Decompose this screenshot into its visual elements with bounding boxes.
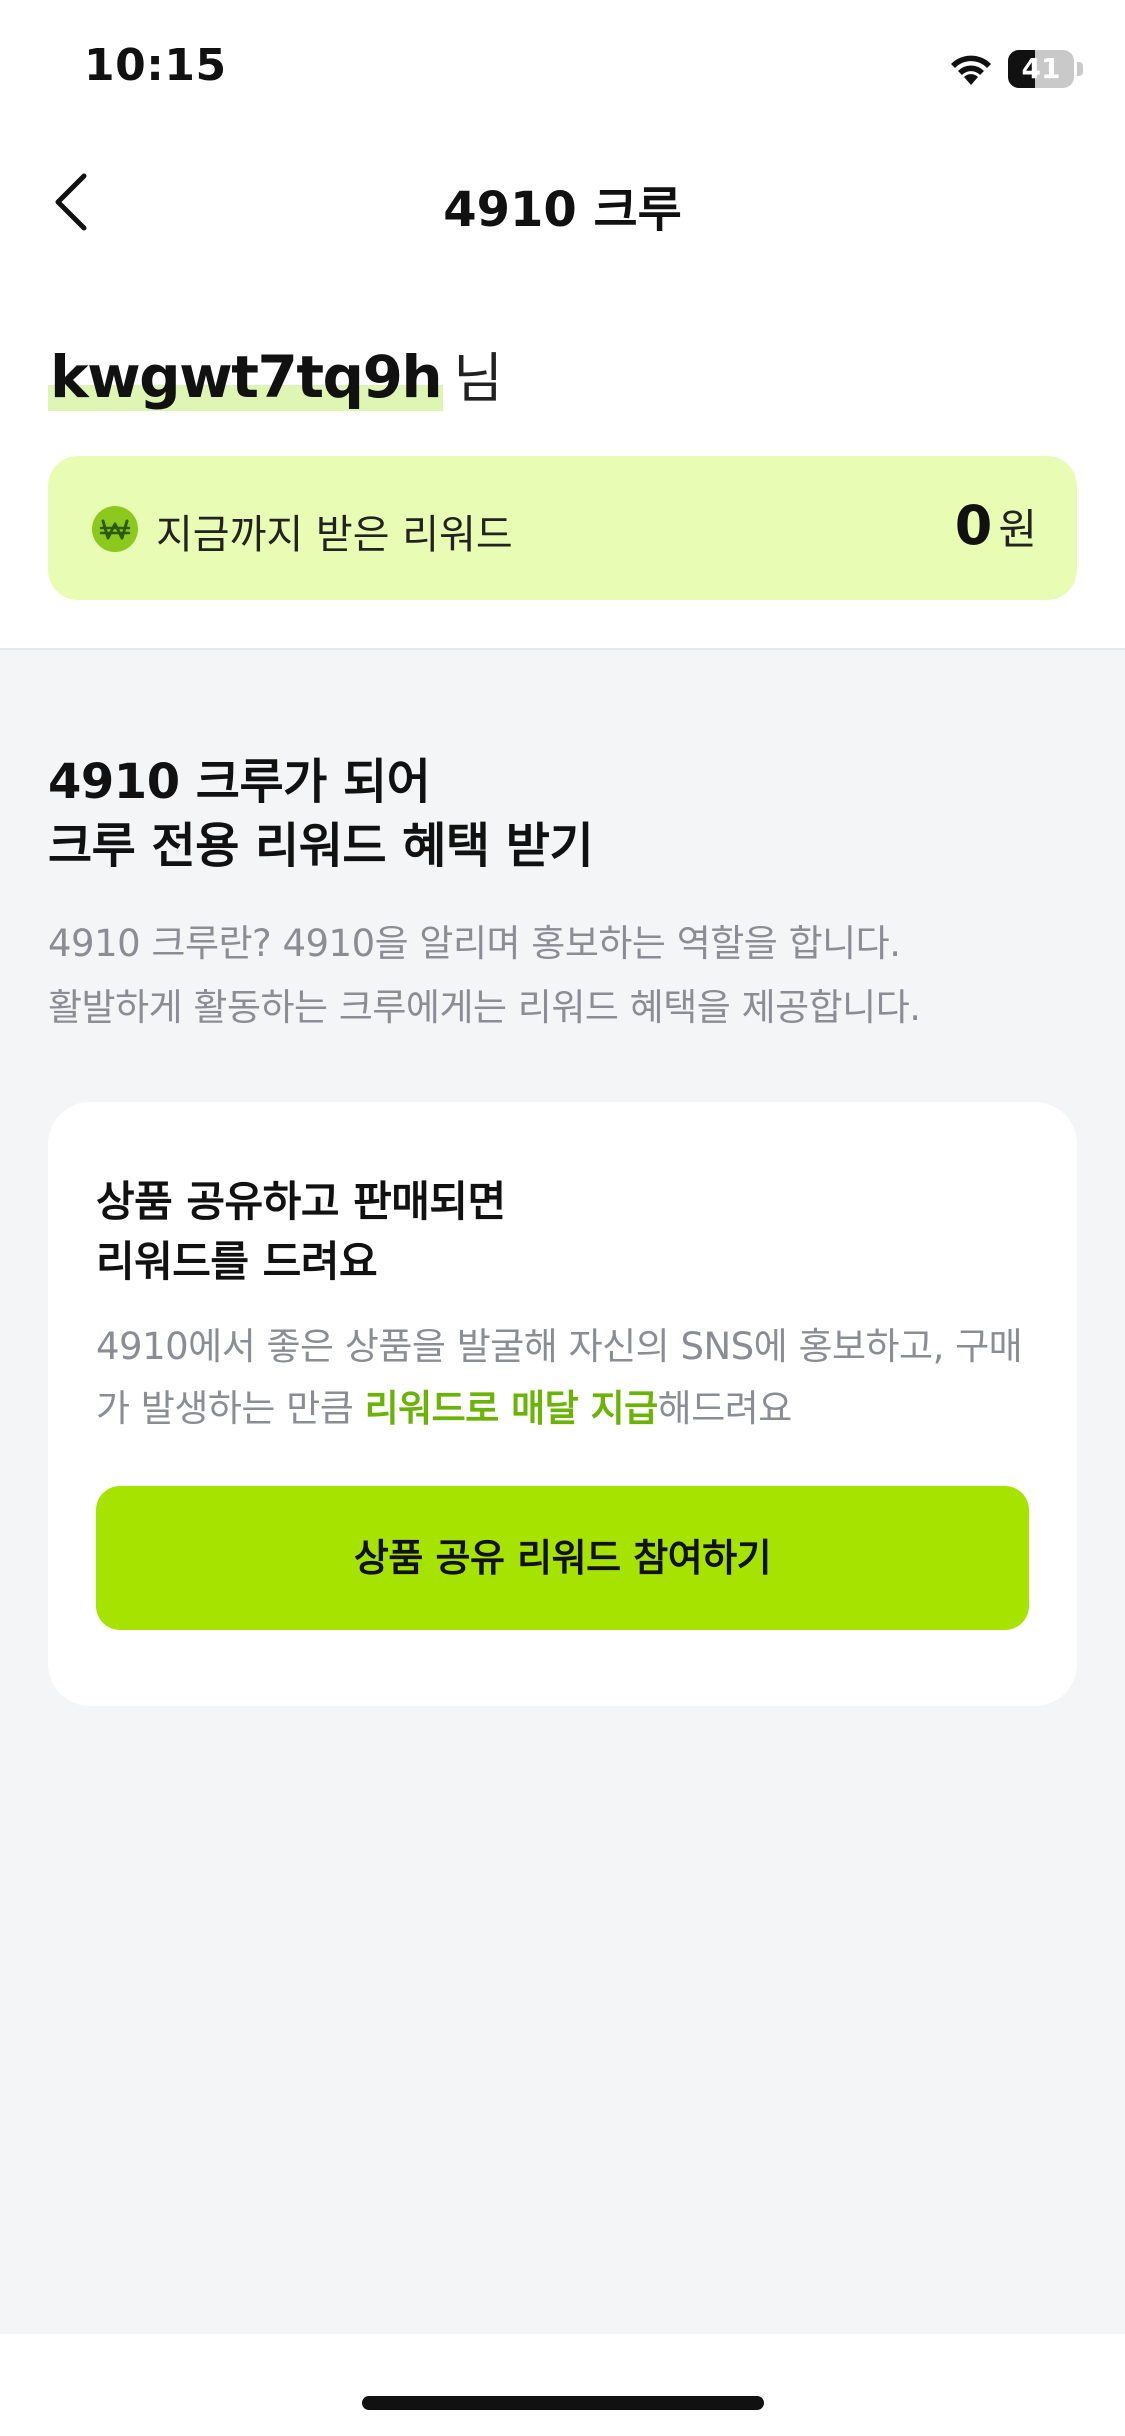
screen: 10:15 41 4910 크루 kwgwt7tq9h 님 지금까지 받은 리워… [0, 0, 1125, 2436]
intro-title-line1: 4910 크루가 되어 [48, 754, 431, 810]
battery-icon: 41 [1008, 50, 1084, 88]
share-reward-card: 상품 공유하고 판매되면 리워드를 드려요 4910에서 좋은 상품을 발굴해 … [48, 1102, 1077, 1706]
battery-body: 41 [1008, 50, 1074, 88]
battery-cap [1077, 62, 1083, 76]
reward-summary: 지금까지 받은 리워드 0 원 [48, 456, 1077, 600]
card-title-line1: 상품 공유하고 판매되면 [96, 1177, 506, 1226]
card-title: 상품 공유하고 판매되면 리워드를 드려요 [96, 1172, 1036, 1292]
intro-desc-line2: 활발하게 활동하는 크루에게는 리워드 혜택을 제공합니다. [48, 986, 921, 1029]
nav-header: 4910 크루 [0, 130, 1125, 270]
reward-label: 지금까지 받은 리워드 [156, 512, 513, 558]
content-area: 4910 크루가 되어 크루 전용 리워드 혜택 받기 4910 크루란? 49… [0, 648, 1125, 2336]
status-time: 10:15 [84, 40, 227, 91]
greeting: kwgwt7tq9h 님 [48, 334, 503, 414]
reward-amount: 0 원 [955, 494, 1037, 557]
reward-value: 0 [954, 494, 993, 557]
bottom-bar [0, 2334, 1125, 2436]
page-title: 4910 크루 [443, 182, 682, 238]
intro-desc-line1: 4910 크루란? 4910을 알리며 홍보하는 역할을 합니다. [48, 922, 901, 965]
battery-level: 41 [1021, 52, 1061, 85]
join-share-reward-button[interactable]: 상품 공유 리워드 참여하기 [96, 1486, 1029, 1630]
wifi-icon [946, 49, 996, 89]
username: kwgwt7tq9h [48, 343, 444, 411]
reward-unit: 원 [998, 505, 1037, 554]
card-description: 4910에서 좋은 상품을 발굴해 자신의 SNS에 홍보하고, 구매가 발생하… [96, 1316, 1046, 1440]
card-title-line2: 리워드를 드려요 [96, 1237, 378, 1286]
card-desc-highlight: 리워드로 매달 지급 [364, 1387, 659, 1430]
home-indicator[interactable] [362, 2396, 764, 2410]
status-bar: 10:15 41 [0, 0, 1125, 130]
won-coin-icon [92, 506, 138, 552]
intro-title-line2: 크루 전용 리워드 혜택 받기 [48, 818, 594, 874]
card-desc-suffix: 해드려요 [657, 1387, 793, 1430]
intro-description: 4910 크루란? 4910을 알리며 홍보하는 역할을 합니다. 활발하게 활… [48, 912, 1078, 1040]
honorific-suffix: 님 [453, 347, 503, 410]
intro-title: 4910 크루가 되어 크루 전용 리워드 혜택 받기 [48, 750, 1078, 878]
